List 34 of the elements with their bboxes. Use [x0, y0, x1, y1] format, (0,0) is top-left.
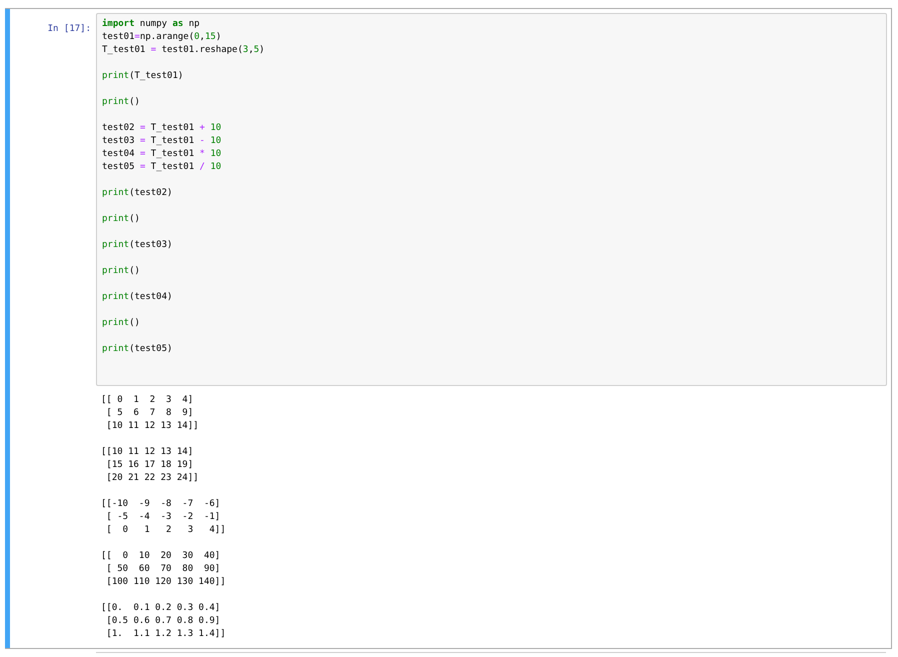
code-line: print(): [102, 265, 140, 278]
code-line: print(): [102, 317, 140, 330]
output-line: [100 110 120 130 140]]: [105, 576, 226, 589]
output-line: [ -5 -4 -3 -2 -1]: [105, 511, 220, 524]
output-line: [[10 11 12 13 14]: [101, 446, 194, 459]
code-line: test03 = T_test01 - 10: [102, 135, 222, 148]
code-line: print(test05): [102, 343, 172, 356]
code-editor[interactable]: [96, 13, 887, 386]
output-line: [0.5 0.6 0.7 0.8 0.9]: [105, 615, 220, 628]
code-line: test02 = T_test01 + 10: [102, 122, 222, 135]
code-line: print(): [102, 213, 140, 226]
code-line: print(test02): [102, 187, 172, 200]
code-line: print(test04): [102, 291, 172, 304]
output-line: [[0. 0.1 0.2 0.3 0.4]: [101, 602, 220, 615]
output-line: [ 0 1 2 3 4]]: [105, 524, 226, 537]
code-line: T_test01 = test01.reshape(3,5): [102, 44, 265, 57]
notebook-cell[interactable]: [5, 8, 892, 649]
code-line: test05 = T_test01 / 10: [102, 161, 222, 174]
output-line: [20 21 22 23 24]]: [105, 472, 199, 485]
input-prompt: In [17]:: [48, 24, 91, 34]
output-line: [10 11 12 13 14]]: [105, 420, 199, 433]
output-line: [15 16 17 18 19]: [105, 459, 194, 472]
output-line: [[ 0 10 20 30 40]: [101, 550, 220, 563]
code-line: print(): [102, 96, 140, 109]
code-line: print(test03): [102, 239, 172, 252]
output-line: [ 50 60 70 80 90]: [105, 563, 220, 576]
code-line: import numpy as np: [102, 18, 200, 31]
code-line: print(T_test01): [102, 70, 184, 83]
output-line: [1. 1.1 1.2 1.3 1.4]]: [105, 628, 226, 641]
code-line: test04 = T_test01 * 10: [102, 148, 222, 161]
code-line: test01=np.arange(0,15): [102, 31, 222, 44]
output-line: [[-10 -9 -8 -7 -6]: [101, 498, 220, 511]
output-line: [[ 0 1 2 3 4]: [101, 394, 194, 407]
output-line: [ 5 6 7 8 9]: [105, 407, 194, 420]
